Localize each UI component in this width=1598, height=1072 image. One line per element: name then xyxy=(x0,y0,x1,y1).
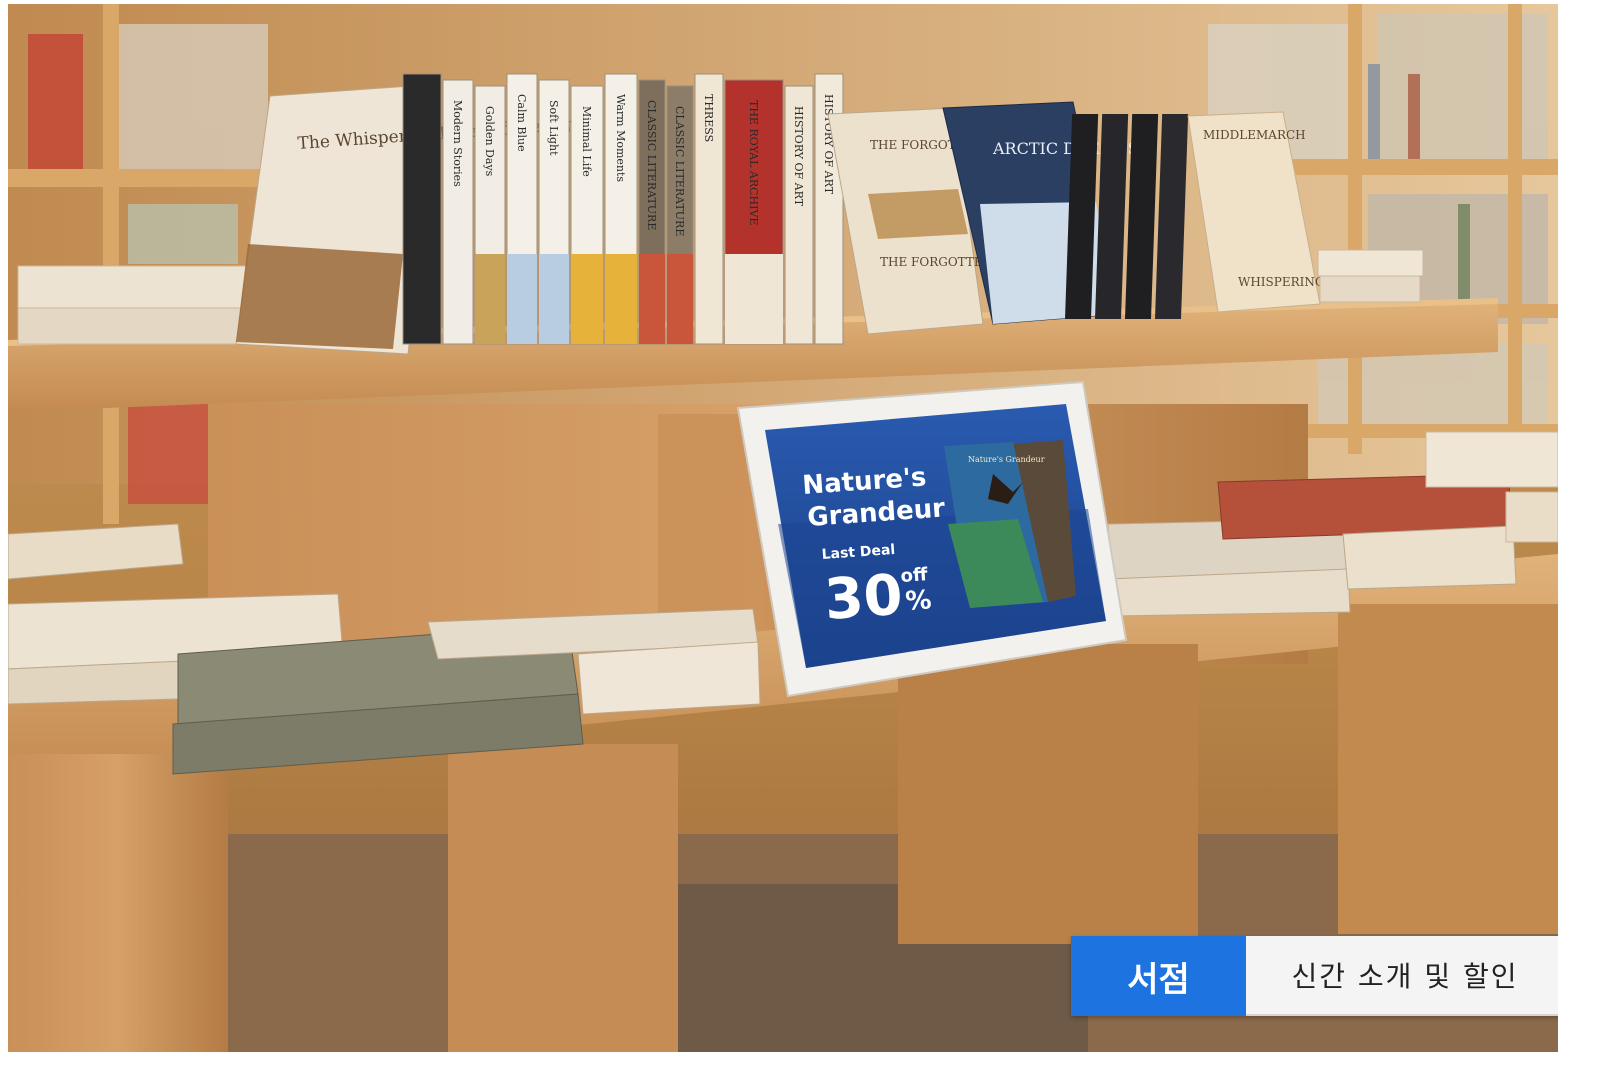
promo-discount-percent: % xyxy=(904,585,932,617)
spine-title: CLASSIC LITERATURE xyxy=(673,106,686,236)
promo-book-image: Nature's Grandeur xyxy=(944,440,1076,608)
spine-title: Design Notes xyxy=(415,94,428,169)
spine-book: Design Notes xyxy=(402,73,442,345)
table-leg-left xyxy=(8,754,228,1052)
spine-book: Soft Light xyxy=(538,79,570,345)
spine-title: Minimal Life xyxy=(580,106,593,177)
table-leg-right xyxy=(898,644,1198,944)
spine-book: Calm Blue xyxy=(506,73,538,345)
caption-banner: 서점 신간 소개 및 할인 xyxy=(1071,936,1558,1016)
spine-title: CLASSIC LITERATURE xyxy=(645,100,658,230)
caption-tag: 서점 xyxy=(1071,936,1246,1016)
spine-book: Golden Days xyxy=(474,85,506,345)
spine-title: HISTORY OF ART xyxy=(792,106,805,207)
spine-title: Golden Days xyxy=(483,106,496,177)
spine-title: THE ROYAL ARCHIVE xyxy=(747,100,760,225)
caption-description: 신간 소개 및 할인 xyxy=(1246,936,1558,1016)
bookstore-photo: The Whispering Pines of Starlight Design… xyxy=(8,4,1558,1052)
spine-title: Modern Stories xyxy=(451,100,464,187)
spine-title: Warm Moments xyxy=(614,94,627,182)
spine-book: Minimal Life xyxy=(570,85,604,345)
promo-display: Nature's Grandeur Last Deal 30 off % Nat… xyxy=(736,380,1128,698)
bookstore-scene: The Whispering Pines of Starlight Design… xyxy=(8,4,1558,1052)
promo-discount-off: off xyxy=(900,564,929,587)
stacked-books-right-upper xyxy=(1317,249,1424,303)
spine-book: CLASSIC LITERATURE xyxy=(666,85,694,345)
spine-books: Design Notes Modern Stories Golden Days Cal… xyxy=(402,73,844,345)
spine-book: THRESS xyxy=(694,73,724,345)
spine-book: CLASSIC LITERATURE xyxy=(638,79,666,345)
spine-title: Calm Blue xyxy=(515,94,528,152)
spine-title: Soft Light xyxy=(547,100,560,156)
book-title-whispering: WHISPERING xyxy=(1238,275,1324,289)
spine-title: THRESS xyxy=(702,94,715,142)
spine-book: THE ROYAL ARCHIVE xyxy=(724,79,784,345)
spine-book: Warm Moments xyxy=(604,73,638,345)
promo-book-cover-title: Nature's Grandeur xyxy=(968,455,1045,464)
spine-book: HISTORY OF ART xyxy=(784,85,814,345)
book-title-middlemarch: MIDDLEMARCH xyxy=(1203,128,1306,142)
table-leg-center xyxy=(448,744,678,1052)
table-leg-far-right xyxy=(1338,604,1558,934)
spine-book: Modern Stories xyxy=(442,79,474,345)
promo-discount-value: 30 xyxy=(822,563,904,633)
stacked-books-left xyxy=(17,265,259,345)
